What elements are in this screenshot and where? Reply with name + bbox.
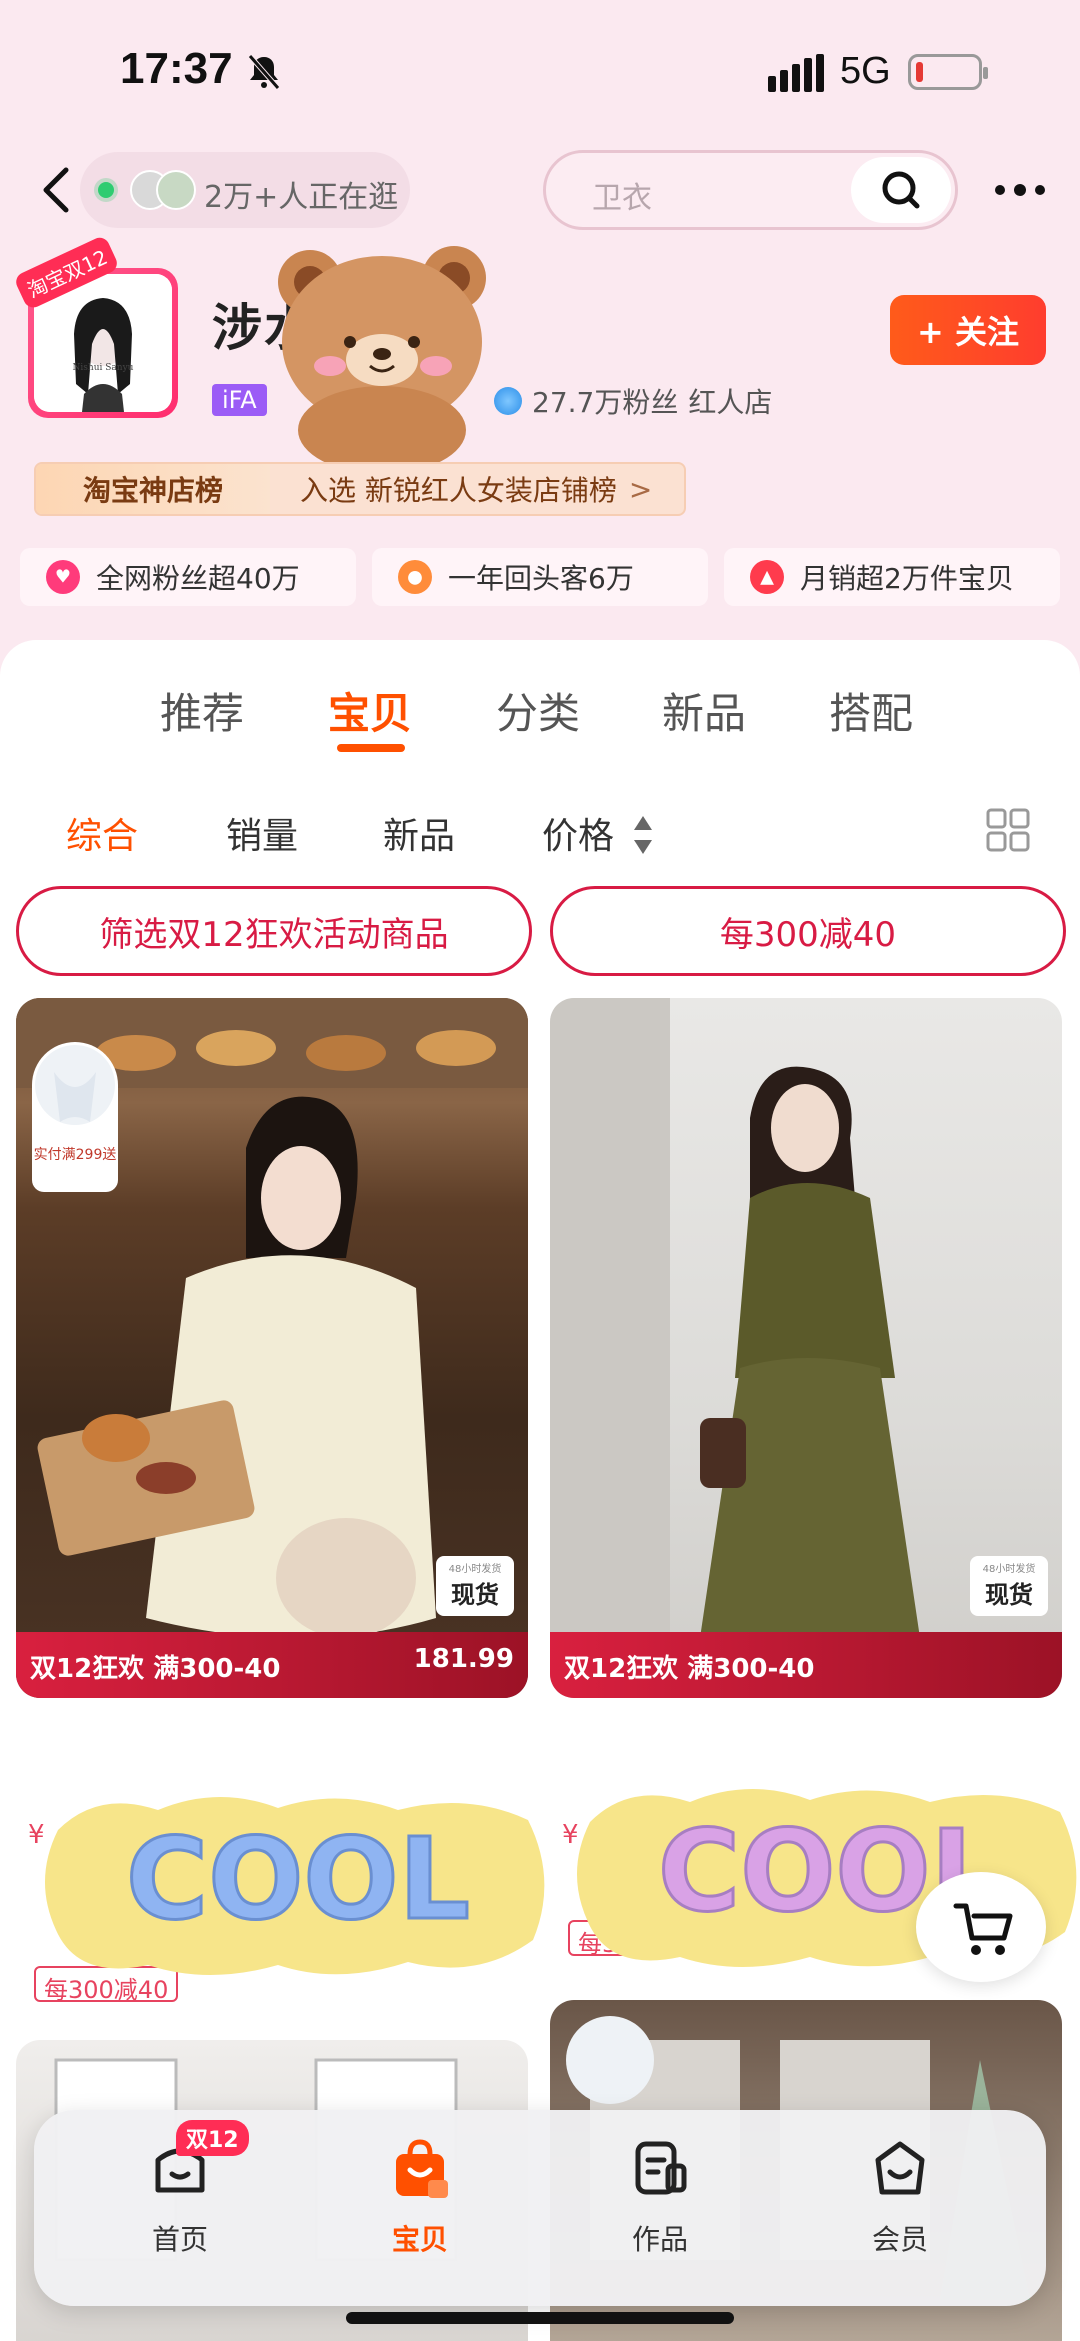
chevron-right-icon: > [628, 472, 653, 506]
sort-bar: 综合 销量 新品 价格 [0, 795, 1080, 875]
search-icon [882, 171, 920, 209]
sort-price[interactable]: 价格 [542, 807, 614, 859]
nav-label: 宝贝 [391, 2223, 448, 2256]
brand-tag: iFA [212, 384, 267, 416]
scarf-icon [35, 1045, 115, 1125]
home-indicator [346, 2312, 734, 2324]
fans-count: 27.7万粉丝 [532, 386, 679, 419]
battery-icon [908, 54, 988, 90]
tab-products[interactable]: 宝贝 [328, 680, 412, 741]
diamond-icon [494, 387, 522, 415]
sort-overall[interactable]: 综合 [66, 807, 138, 859]
tab-outfits[interactable]: 搭配 [829, 680, 913, 741]
network-label: 5G [840, 50, 891, 92]
nav-label: 作品 [631, 2223, 688, 2256]
filter-double12-button[interactable]: 筛选双12狂欢活动商品 [16, 886, 532, 976]
top-nav: 2万+人正在逛 卫衣 [0, 140, 1080, 240]
nav-products[interactable]: 宝贝 [340, 2136, 500, 2286]
svg-text:Nishui Sanyu: Nishui Sanyu [73, 363, 134, 373]
shopping-bag-icon [396, 2139, 448, 2198]
rank-text: 入选 新锐红人女装店铺榜 [300, 474, 617, 507]
bottom-nav: 首页 双12 宝贝 作品 会员 [34, 2110, 1046, 2306]
stat-label: 一年回头客6万 [448, 562, 634, 595]
gift-promo-badge: 实付满299送 [32, 1042, 118, 1192]
sort-new[interactable]: 新品 [383, 807, 455, 859]
tab-new[interactable]: 新品 [662, 680, 746, 741]
heart-icon: ♥ [46, 560, 80, 594]
price-label: 181.99 [413, 1644, 514, 1674]
stat-sales: ▲ 月销超2万件宝贝 [724, 548, 1060, 606]
rank-label: 淘宝神店榜 [36, 464, 270, 514]
arrow-up-icon: ▲ [750, 560, 784, 594]
follow-button[interactable]: + 关注 [890, 295, 1046, 365]
shop-stats: ♥ 全网粉丝超40万 ● 一年回头客6万 ▲ 月销超2万件宝贝 [20, 548, 1060, 606]
cool-sticker: COOL [44, 1796, 545, 1975]
nav-works[interactable]: 作品 [580, 2136, 740, 2286]
shop-meta: iFA [212, 380, 267, 420]
search-input[interactable]: 卫衣 [543, 150, 958, 230]
promo-strip-text: 双12狂欢 满300-40 [30, 1654, 281, 1684]
promo-strip: 双12狂欢 满300-40 [550, 1632, 1062, 1698]
double12-nav-badge: 双12 [176, 2120, 249, 2156]
tab-recommend[interactable]: 推荐 [160, 680, 244, 741]
product-card[interactable]: 现货 双12狂欢 满300-40 [550, 998, 1062, 1698]
in-stock-badge: 现货 [970, 1556, 1048, 1616]
search-button[interactable] [851, 157, 951, 223]
search-placeholder: 卫衣 [592, 181, 652, 216]
product-image: 实付满299送 现货 双12狂欢 满300-40 181.99 [16, 998, 528, 1698]
live-visitors-pill[interactable]: 2万+人正在逛 [80, 152, 410, 228]
live-visitors-text: 2万+人正在逛 [204, 180, 399, 215]
shop-rank-banner[interactable]: 淘宝神店榜 入选 新锐红人女装店铺榜 > [34, 462, 686, 516]
cart-icon [953, 1903, 1013, 1955]
product-image: 现货 双12狂欢 满300-40 [550, 998, 1062, 1698]
signal-icon [768, 54, 824, 92]
member-bag-icon [875, 2141, 925, 2195]
more-icon[interactable] [990, 176, 1050, 204]
product-card[interactable]: 实付满299送 现货 双12狂欢 满300-40 181.99 [16, 998, 528, 1698]
nav-home[interactable]: 首页 [100, 2136, 260, 2286]
live-dot [98, 182, 114, 198]
content-panel: 推荐 宝贝 分类 新品 搭配 综合 销量 新品 价格 筛选双12狂欢活动商品 每… [0, 640, 1080, 2341]
active-tab-indicator [337, 744, 405, 752]
stat-label: 月销超2万件宝贝 [800, 562, 1014, 595]
cart-fab[interactable] [916, 1872, 1046, 1982]
sticker-text: COOL [126, 1815, 470, 1945]
nav-label: 会员 [871, 2223, 928, 2256]
grid-view-icon[interactable] [986, 808, 1030, 852]
in-stock-badge: 现货 [436, 1556, 514, 1616]
stat-fans: ♥ 全网粉丝超40万 [20, 548, 356, 606]
tab-category[interactable]: 分类 [496, 680, 580, 741]
nav-label: 首页 [151, 2223, 208, 2256]
shop-tabs: 推荐 宝贝 分类 新品 搭配 [0, 680, 1080, 760]
gift-text: 实付满299送 [33, 1147, 117, 1163]
promo-strip: 双12狂欢 满300-40 181.99 [16, 1632, 528, 1698]
status-bar: 17:37 5G [0, 0, 1080, 140]
status-time: 17:37 [120, 44, 233, 93]
stat-label: 全网粉丝超40万 [96, 562, 300, 595]
document-icon [635, 2141, 687, 2195]
stat-returning: ● 一年回头客6万 [372, 548, 708, 606]
sort-sales[interactable]: 销量 [226, 807, 298, 859]
shop-fans: 27.7万粉丝 红人店 [494, 381, 772, 421]
promo-strip-text: 双12狂欢 满300-40 [564, 1654, 815, 1684]
discount-filter-button[interactable]: 每300减40 [550, 886, 1066, 976]
bell-muted-icon [248, 54, 280, 90]
sort-arrows-icon [634, 816, 652, 854]
shop-type: 红人店 [688, 386, 773, 419]
nav-member[interactable]: 会员 [820, 2136, 980, 2286]
bear-sticker [278, 246, 486, 470]
back-icon[interactable] [36, 164, 80, 216]
user-icon: ● [398, 560, 432, 594]
visitor-avatar [156, 170, 196, 210]
